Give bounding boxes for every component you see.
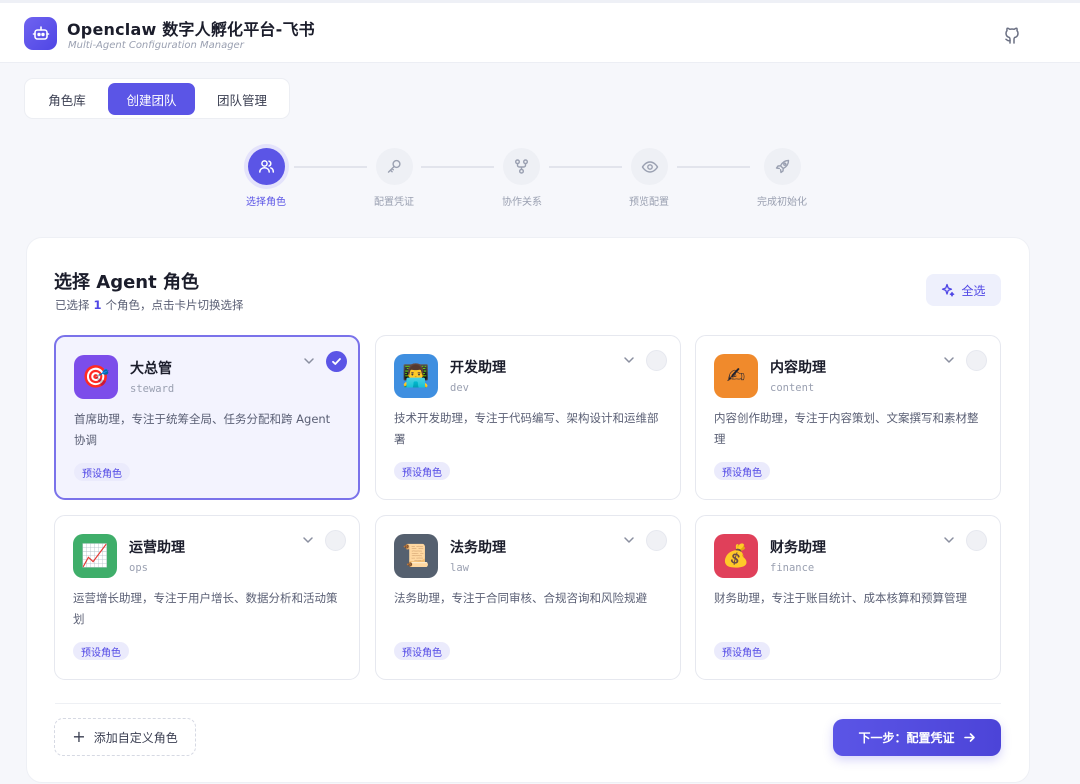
preset-role-badge: 预设角色 [394, 642, 450, 660]
preset-role-badge: 预设角色 [394, 462, 450, 480]
role-emoji: 🎯 [82, 364, 110, 390]
app-header: Openclaw 数字人孵化平台-飞书 Multi-Agent Configur… [0, 0, 1080, 63]
role-description: 法务助理，专注于合同审核、合规咨询和风险规避 [394, 591, 647, 605]
role-card-ops[interactable]: 📈 运营助理 ops 运营增长助理，专注于用户增长、数据分析和活动策划 预设角色 [54, 515, 360, 680]
role-code: ops [129, 562, 148, 574]
subtitle-suffix: 个角色，点击卡片切换选择 [105, 298, 244, 312]
role-name: 法务助理 [450, 540, 506, 556]
role-avatar-icon: 📈 [73, 534, 117, 578]
role-name: 内容助理 [770, 360, 826, 376]
checkbox-circle-icon[interactable] [646, 530, 667, 551]
step-2-label: 配置凭证 [374, 197, 414, 208]
role-avatar-icon: 👨‍💻 [394, 354, 438, 398]
role-code: dev [450, 382, 469, 394]
step-2-key-icon[interactable] [376, 148, 413, 185]
plus-icon: + [72, 727, 86, 746]
chevron-down-icon[interactable] [942, 533, 956, 547]
role-code: law [450, 562, 469, 574]
step-5-label: 完成初始化 [757, 197, 807, 208]
checkmark-icon[interactable] [326, 351, 347, 372]
footer-divider [55, 703, 1001, 704]
select-all-label: 全选 [961, 283, 986, 298]
step-connector [549, 166, 622, 168]
role-card-law[interactable]: 📜 法务助理 law 法务助理，专注于合同审核、合规咨询和风险规避 预设角色 [375, 515, 681, 680]
chevron-down-icon[interactable] [622, 533, 636, 547]
next-step-button[interactable]: 下一步：配置凭证 [833, 719, 1001, 756]
role-name: 开发助理 [450, 360, 506, 376]
chevron-down-icon[interactable] [301, 533, 315, 547]
role-emoji: 📜 [402, 543, 430, 569]
next-step-label: 下一步：配置凭证 [858, 731, 955, 745]
role-card-finance[interactable]: 💰 财务助理 finance 财务助理，专注于账目统计、成本核算和预算管理 预设… [695, 515, 1001, 680]
role-selection-panel [26, 237, 1030, 783]
tab-team-management[interactable]: 团队管理 [201, 83, 283, 115]
step-connector [677, 166, 750, 168]
role-description: 内容创作助理，专注于内容策划、文案撰写和素材整理 [714, 411, 979, 446]
step-4-eye-icon[interactable] [631, 148, 668, 185]
preset-role-badge: 预设角色 [74, 463, 130, 481]
role-avatar-icon: 📜 [394, 534, 438, 578]
preset-role-badge: 预设角色 [714, 462, 770, 480]
role-description: 财务助理，专注于账目统计、成本核算和预算管理 [714, 591, 967, 605]
role-description: 技术开发助理，专注于代码编写、架构设计和运维部署 [394, 411, 659, 446]
preset-role-badge: 预设角色 [73, 642, 129, 660]
role-emoji: ✍ [726, 363, 746, 389]
step-5-rocket-icon[interactable] [764, 148, 801, 185]
step-connector [294, 166, 367, 168]
panel-subtitle: 已选择 1 个角色，点击卡片切换选择 [55, 297, 244, 313]
panel-title: 选择 Agent 角色 [54, 272, 199, 293]
app-title: Openclaw 数字人孵化平台-飞书 [67, 20, 315, 39]
role-name: 运营助理 [129, 540, 185, 556]
checkbox-circle-icon[interactable] [646, 350, 667, 371]
step-3-network-icon[interactable] [503, 148, 540, 185]
role-name: 财务助理 [770, 540, 826, 556]
arrow-right-icon [963, 733, 975, 742]
add-custom-role-button[interactable]: + 添加自定义角色 [54, 718, 196, 756]
chevron-down-icon[interactable] [622, 353, 636, 367]
step-3-label: 协作关系 [502, 197, 542, 208]
step-1-users-icon[interactable] [248, 148, 285, 185]
role-emoji: 👨‍💻 [402, 363, 430, 389]
role-emoji: 💰 [722, 543, 750, 569]
subtitle-prefix: 已选择 [55, 298, 90, 312]
role-name: 大总管 [130, 361, 172, 377]
checkbox-circle-icon[interactable] [966, 530, 987, 551]
preset-role-badge: 预设角色 [714, 642, 770, 660]
chevron-down-icon[interactable] [302, 354, 316, 368]
tab-role-library[interactable]: 角色库 [31, 83, 103, 115]
step-connector [421, 166, 494, 168]
add-custom-label: 添加自定义角色 [93, 730, 178, 745]
step-1-label: 选择角色 [246, 197, 286, 208]
role-code: finance [770, 562, 815, 574]
tab-create-team[interactable]: 创建团队 [108, 83, 195, 115]
role-avatar-icon: 🎯 [74, 355, 118, 399]
role-description: 运营增长助理，专注于用户增长、数据分析和活动策划 [73, 591, 338, 626]
checkbox-circle-icon[interactable] [325, 530, 346, 551]
mode-tabs: 角色库 创建团队 团队管理 [24, 78, 290, 119]
role-card-steward[interactable]: 🎯 大总管 steward 首席助理，专注于统筹全局、任务分配和跨 Agent … [54, 335, 360, 500]
role-card-content[interactable]: ✍ 内容助理 content 内容创作助理，专注于内容策划、文案撰写和素材整理 … [695, 335, 1001, 500]
role-avatar-icon: ✍ [714, 354, 758, 398]
role-code: steward [130, 383, 175, 395]
role-card-dev[interactable]: 👨‍💻 开发助理 dev 技术开发助理，专注于代码编写、架构设计和运维部署 预设… [375, 335, 681, 500]
role-code: content [770, 382, 815, 394]
sparkle-icon [942, 283, 955, 297]
app-subtitle: Multi-Agent Configuration Manager [68, 40, 244, 51]
select-all-button[interactable]: 全选 [926, 274, 1001, 306]
role-description: 首席助理，专注于统筹全局、任务分配和跨 Agent 协调 [74, 412, 331, 447]
role-avatar-icon: 💰 [714, 534, 758, 578]
role-emoji: 📈 [81, 543, 109, 569]
github-icon[interactable] [1002, 24, 1024, 46]
robot-logo-icon [24, 17, 57, 50]
chevron-down-icon[interactable] [942, 353, 956, 367]
selected-count: 1 [93, 298, 102, 312]
step-4-label: 预览配置 [629, 197, 669, 208]
checkbox-circle-icon[interactable] [966, 350, 987, 371]
